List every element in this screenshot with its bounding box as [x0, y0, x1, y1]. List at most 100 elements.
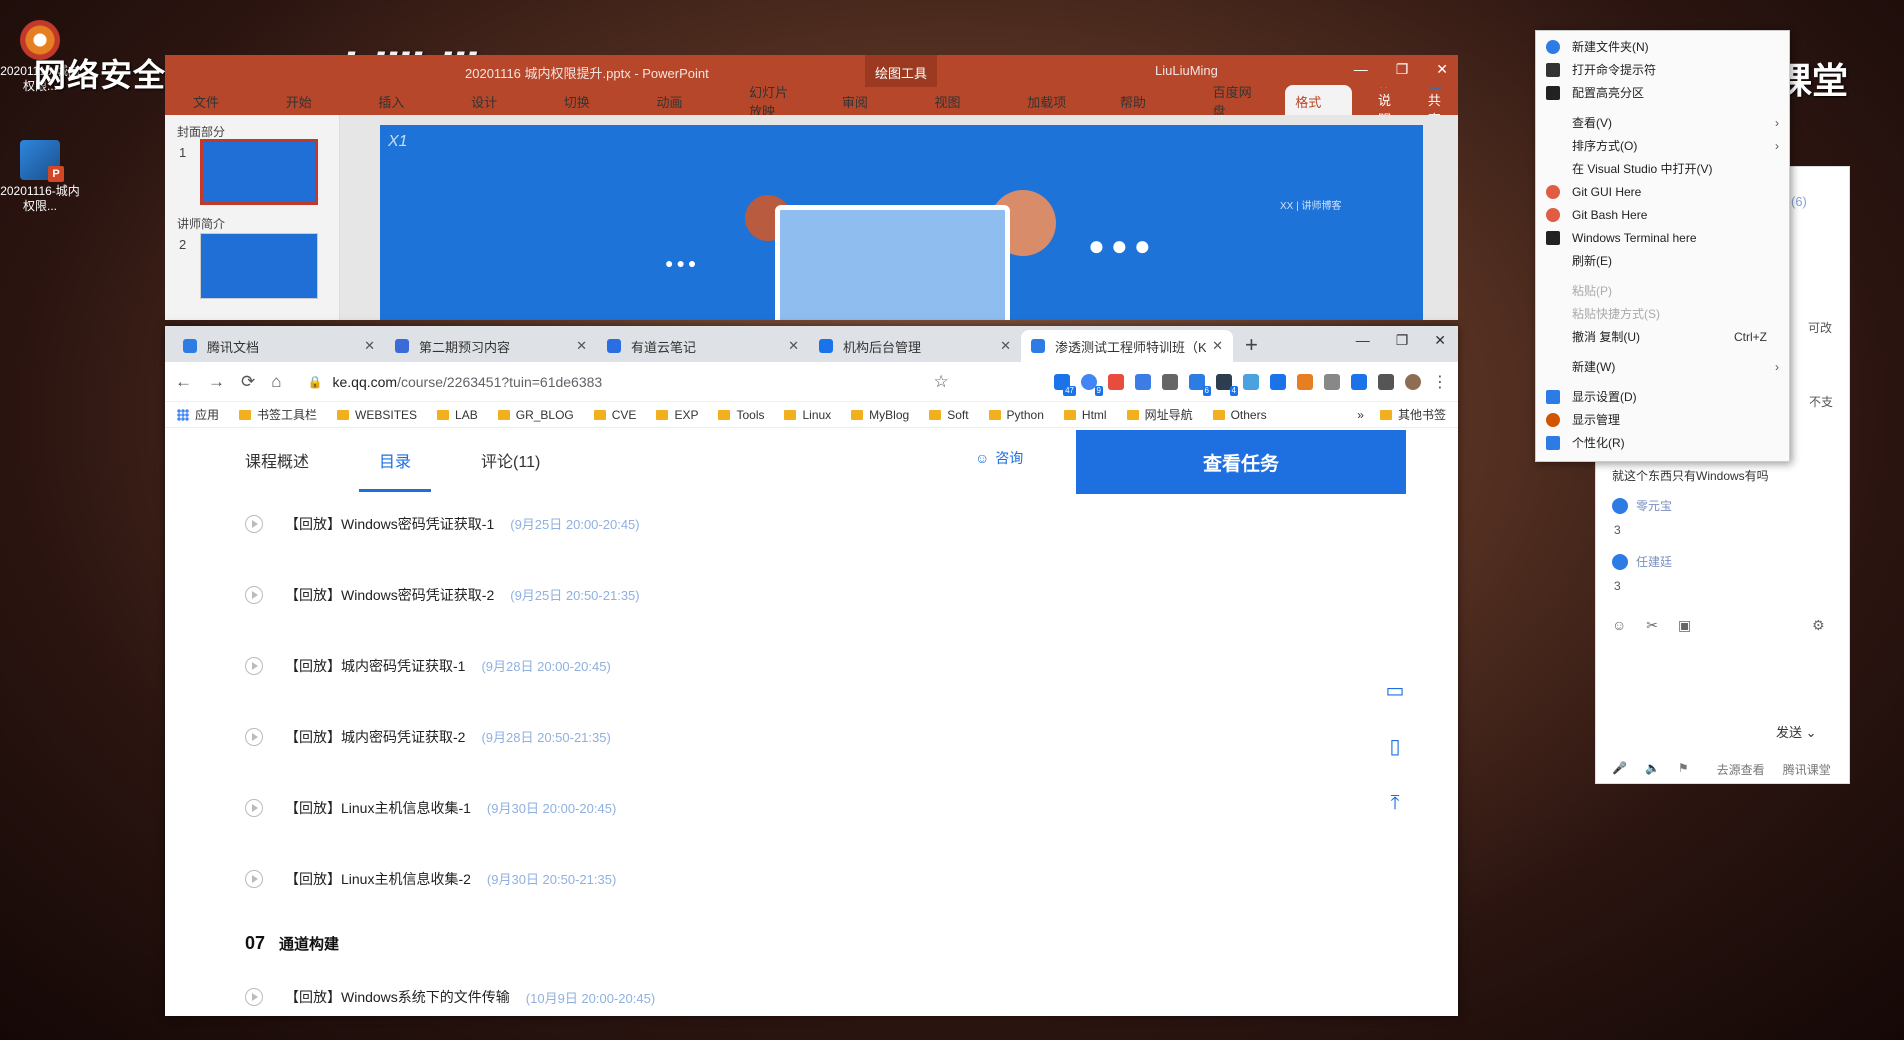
- consult-link[interactable]: ☺ 咨询: [975, 448, 1023, 468]
- extension-icon[interactable]: [1108, 373, 1124, 390]
- menu-item-git-gui[interactable]: Git GUI Here: [1536, 180, 1789, 203]
- bookmark-folder[interactable]: GR_BLOG: [497, 408, 574, 422]
- mobile-icon[interactable]: ▯: [1382, 734, 1408, 760]
- gear-icon[interactable]: ⚙: [1812, 617, 1825, 634]
- slide-thumbnail-1[interactable]: [200, 139, 318, 205]
- extension-icon[interactable]: [1162, 373, 1178, 390]
- menu-item-paste-shortcut[interactable]: 粘贴快捷方式(S): [1536, 302, 1789, 325]
- image-icon[interactable]: ▣: [1678, 617, 1691, 634]
- bookmark-folder[interactable]: Soft: [929, 408, 969, 422]
- bookmark-star-icon[interactable]: ☆: [934, 372, 949, 392]
- puzzle-icon[interactable]: [1378, 373, 1394, 390]
- menu-item-sort[interactable]: 排序方式(O) ›: [1536, 134, 1789, 157]
- bookmark-folder[interactable]: Others: [1212, 408, 1267, 422]
- bookmark-folder[interactable]: Python: [988, 408, 1044, 422]
- bookmark-folder[interactable]: 网址导航: [1126, 406, 1193, 423]
- extension-icon[interactable]: 47: [1054, 373, 1076, 396]
- extension-icon[interactable]: [1243, 373, 1259, 390]
- bookmark-folder[interactable]: CVE: [593, 408, 636, 422]
- menu-item-display-settings[interactable]: 显示设置(D): [1536, 385, 1789, 408]
- new-tab-button[interactable]: +: [1245, 332, 1258, 358]
- ribbon-tab-review[interactable]: 审阅: [832, 85, 899, 117]
- extension-icon[interactable]: [1351, 373, 1367, 390]
- back-icon[interactable]: ←: [175, 372, 192, 392]
- close-button[interactable]: ✕: [1434, 332, 1446, 349]
- section-title-instructor[interactable]: 讲师简介: [177, 215, 225, 232]
- ribbon-tab-format[interactable]: 格式: [1285, 85, 1352, 117]
- avatar[interactable]: [1405, 373, 1421, 390]
- close-button[interactable]: ✕: [1436, 61, 1448, 78]
- list-item[interactable]: 【回放】 Windows密码凭证获取-2 (9月25日 20:50-21:35): [245, 559, 1045, 630]
- ribbon-tab-view[interactable]: 视图: [925, 85, 992, 117]
- ribbon-tab-file[interactable]: 文件: [183, 85, 250, 117]
- chat-footer-link[interactable]: 去源查看: [1717, 761, 1765, 778]
- ribbon-tab-slideshow[interactable]: 幻灯片放映: [739, 85, 806, 119]
- menu-item-open-cmd[interactable]: 打开命令提示符: [1536, 58, 1789, 81]
- menu-item-open-in-vs[interactable]: 在 Visual Studio 中打开(V): [1536, 157, 1789, 180]
- forward-icon[interactable]: →: [208, 372, 225, 392]
- menu-item-display-manage[interactable]: 显示管理: [1536, 408, 1789, 431]
- desktop-icon-pptx-2[interactable]: 20201116-城内权限...: [0, 140, 80, 214]
- close-tab-icon[interactable]: ✕: [1000, 338, 1011, 354]
- extension-icon[interactable]: 6: [1189, 373, 1211, 396]
- scissors-icon[interactable]: ✂: [1646, 617, 1658, 634]
- ribbon-tab-transitions[interactable]: 切换: [554, 85, 621, 117]
- bookmark-folder[interactable]: Linux: [784, 408, 831, 422]
- address-bar[interactable]: 🔒 ke.qq.com/course/2263451?tuin=61de6383: [298, 367, 918, 397]
- speaker-icon[interactable]: 🔈: [1645, 761, 1660, 778]
- menu-item-new[interactable]: 新建(W) ›: [1536, 355, 1789, 378]
- extension-icon[interactable]: 9: [1081, 373, 1103, 396]
- bookmark-folder[interactable]: 书签工具栏: [239, 406, 317, 423]
- tab-catalog[interactable]: 目录: [359, 430, 432, 492]
- browser-tab-youdao-notes[interactable]: 有道云笔记 ✕: [597, 330, 809, 362]
- browser-tab-tencent-docs[interactable]: 腾讯文档 ✕: [173, 330, 385, 362]
- maximize-button[interactable]: ❐: [1396, 61, 1409, 78]
- tab-course-overview[interactable]: 课程概述: [245, 430, 309, 492]
- maximize-button[interactable]: ❐: [1396, 332, 1409, 349]
- bookmark-folder[interactable]: Tools: [718, 408, 764, 422]
- ribbon-tab-animations[interactable]: 动画: [646, 85, 713, 117]
- extension-icon[interactable]: 4: [1216, 373, 1238, 396]
- browser-tab-preview-content[interactable]: 第二期预习内容 ✕: [385, 330, 597, 362]
- back-to-top-icon[interactable]: ⤒: [1382, 790, 1408, 816]
- filter-icon[interactable]: [1135, 373, 1151, 390]
- close-tab-icon[interactable]: ✕: [788, 338, 799, 354]
- bookmarks-overflow-button[interactable]: »: [1357, 408, 1364, 422]
- home-icon[interactable]: ⌂: [271, 372, 281, 392]
- minimize-button[interactable]: —: [1356, 332, 1370, 349]
- list-item[interactable]: 【回放】 Linux主机信息收集-2 (9月30日 20:50-21:35): [245, 843, 1045, 914]
- extension-icon[interactable]: [1270, 373, 1286, 390]
- ribbon-tab-design[interactable]: 设计: [461, 85, 528, 117]
- ribbon-tab-baidu-netdisk[interactable]: 百度网盘: [1203, 85, 1270, 119]
- bookmark-folder[interactable]: LAB: [437, 408, 478, 422]
- microphone-icon[interactable]: 🎤: [1612, 761, 1627, 778]
- ribbon-tab-home[interactable]: 开始: [276, 85, 343, 117]
- bookmark-folder[interactable]: MyBlog: [851, 408, 909, 422]
- browser-tab-course[interactable]: 渗透测试工程师特训班（K... ✕: [1021, 330, 1233, 362]
- bookmark-folder[interactable]: WEBSITES: [337, 408, 417, 422]
- flag-icon[interactable]: ⚑: [1678, 761, 1689, 778]
- menu-item-personalize[interactable]: 个性化(R): [1536, 431, 1789, 454]
- reload-icon[interactable]: ⟳: [241, 372, 255, 392]
- list-item[interactable]: 【回放】 城内密码凭证获取-2 (9月28日 20:50-21:35): [245, 701, 1045, 772]
- menu-item-new-folder[interactable]: 新建文件夹(N): [1536, 35, 1789, 58]
- section-title-cover[interactable]: 封面部分: [177, 123, 225, 140]
- list-item[interactable]: 【回放】 Windows密码凭证获取-1 (9月25日 20:00-20:45): [245, 488, 1045, 559]
- close-tab-icon[interactable]: ✕: [576, 338, 587, 354]
- close-tab-icon[interactable]: ✕: [364, 338, 375, 354]
- list-item[interactable]: 【回放】 Windows系统下的文件传输 (10月9日 20:00-20:45): [245, 972, 1045, 1016]
- extension-icon[interactable]: [1297, 373, 1313, 390]
- message-icon[interactable]: ▭: [1382, 678, 1408, 704]
- menu-item-refresh[interactable]: 刷新(E): [1536, 249, 1789, 272]
- slide-thumbnail-2[interactable]: [200, 233, 318, 299]
- send-button[interactable]: 发送 ⌄: [1776, 722, 1817, 741]
- ribbon-tab-insert[interactable]: 插入: [368, 85, 435, 117]
- browser-tab-admin[interactable]: 机构后台管理 ✕: [809, 330, 1021, 362]
- menu-item-paste[interactable]: 粘贴(P): [1536, 279, 1789, 302]
- list-item[interactable]: 【回放】 城内密码凭证获取-1 (9月28日 20:00-20:45): [245, 630, 1045, 701]
- menu-item-windows-terminal[interactable]: Windows Terminal here: [1536, 226, 1789, 249]
- close-tab-icon[interactable]: ✕: [1212, 338, 1223, 354]
- menu-dots-icon[interactable]: ⋮: [1432, 372, 1448, 392]
- minimize-button[interactable]: —: [1354, 61, 1368, 78]
- emoji-icon[interactable]: ☺: [1612, 617, 1626, 634]
